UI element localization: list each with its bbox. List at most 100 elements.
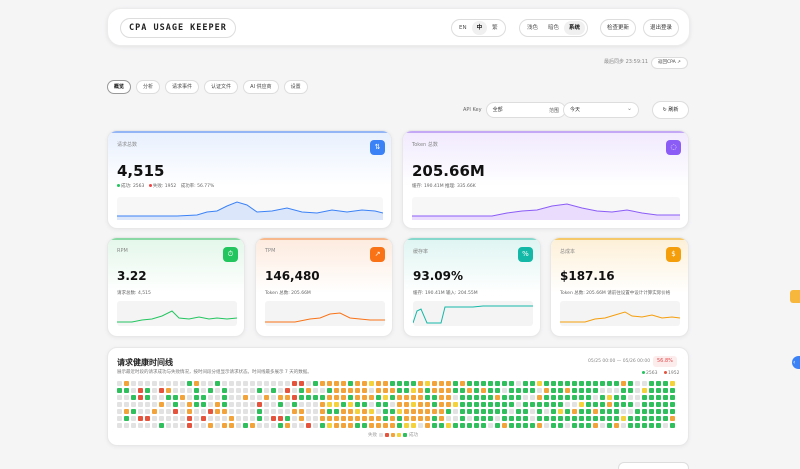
health-cell xyxy=(516,416,521,421)
health-cell xyxy=(117,416,122,421)
health-cell xyxy=(572,395,577,400)
range-select[interactable]: 今天 xyxy=(563,102,640,118)
health-timeline-panel: 请求健康时间线 展示最近时段的请求成功与失败情况，按时间段分组显示请求状态。时间… xyxy=(107,347,689,446)
health-cell xyxy=(257,402,262,407)
theme-switcher[interactable]: 浅色 暗色 系统 xyxy=(519,19,589,37)
health-cell xyxy=(166,381,171,386)
cache-value: 93.09% xyxy=(413,269,463,283)
range-label: 范围 xyxy=(549,107,560,114)
health-cell xyxy=(222,381,227,386)
health-cell xyxy=(425,388,430,393)
health-cell xyxy=(341,402,346,407)
health-cell xyxy=(446,409,451,414)
health-cell xyxy=(201,402,206,407)
health-cell xyxy=(544,395,549,400)
health-cell xyxy=(271,381,276,386)
tab-events[interactable]: 请求事件 xyxy=(165,80,200,94)
tab-ai-providers[interactable]: AI 供应商 xyxy=(243,80,279,94)
lang-en[interactable]: EN xyxy=(454,21,472,35)
health-cell xyxy=(502,402,507,407)
health-cell xyxy=(271,402,276,407)
health-cell xyxy=(558,423,563,428)
back-to-cpa-link[interactable]: 返回CPA ↗ xyxy=(651,57,688,69)
theme-system[interactable]: 系统 xyxy=(564,21,586,35)
health-cell xyxy=(397,388,402,393)
health-cell xyxy=(635,381,640,386)
lang-zh-tw[interactable]: 繁 xyxy=(487,21,503,35)
refresh-button[interactable]: ↻ 刷新 xyxy=(652,101,689,119)
health-cell xyxy=(362,395,367,400)
health-cell xyxy=(243,395,248,400)
health-cell xyxy=(621,423,626,428)
health-cell xyxy=(243,409,248,414)
health-cell xyxy=(208,395,213,400)
health-cell xyxy=(537,423,542,428)
cost-sparkline xyxy=(560,301,680,326)
health-cell xyxy=(565,402,570,407)
health-cell xyxy=(446,402,451,407)
health-cell xyxy=(306,388,311,393)
health-cell xyxy=(278,409,283,414)
side-collapse-button[interactable]: ‹ xyxy=(792,356,800,369)
health-cell xyxy=(516,402,521,407)
logout-button[interactable]: 退出登录 xyxy=(643,19,680,37)
cache-sparkline xyxy=(413,301,533,326)
health-cell xyxy=(341,381,346,386)
health-cell xyxy=(208,416,213,421)
health-cell xyxy=(495,388,500,393)
health-cell xyxy=(299,388,304,393)
health-cell xyxy=(250,416,255,421)
health-cell xyxy=(614,381,619,386)
health-cell xyxy=(145,416,150,421)
health-cell xyxy=(285,395,290,400)
health-cell xyxy=(530,402,535,407)
health-cell xyxy=(306,409,311,414)
language-switcher[interactable]: EN 中 繁 xyxy=(451,19,506,37)
health-cell xyxy=(614,388,619,393)
health-cell xyxy=(138,388,143,393)
health-cell xyxy=(236,416,241,421)
health-cell xyxy=(257,423,262,428)
health-cell xyxy=(607,423,612,428)
tokens-sparkline xyxy=(412,197,680,220)
health-cell xyxy=(404,402,409,407)
health-cell xyxy=(299,423,304,428)
health-cell xyxy=(124,423,129,428)
health-cell xyxy=(411,381,416,386)
health-cell xyxy=(257,416,262,421)
health-cell xyxy=(509,416,514,421)
health-cell xyxy=(299,402,304,407)
next-section-control[interactable] xyxy=(618,462,689,469)
health-cell xyxy=(558,416,563,421)
health-cell xyxy=(649,388,654,393)
lang-zh[interactable]: 中 xyxy=(471,21,488,35)
tab-overview[interactable]: 概览 xyxy=(107,80,132,94)
health-cell xyxy=(285,388,290,393)
health-cell xyxy=(635,402,640,407)
health-cell xyxy=(159,416,164,421)
health-cell xyxy=(411,388,416,393)
check-update-button[interactable]: 检查更新 xyxy=(600,19,637,37)
health-cell xyxy=(474,395,479,400)
health-cell xyxy=(145,395,150,400)
side-tab-orange[interactable] xyxy=(790,290,800,303)
health-cell xyxy=(635,395,640,400)
theme-dark[interactable]: 暗色 xyxy=(543,21,564,35)
health-cell xyxy=(383,402,388,407)
tab-analysis[interactable]: 分析 xyxy=(136,80,161,94)
health-cell xyxy=(250,409,255,414)
health-cell xyxy=(313,381,318,386)
health-cell xyxy=(481,409,486,414)
health-cell xyxy=(586,416,591,421)
tab-auth-files[interactable]: 认证文件 xyxy=(204,80,239,94)
health-cell xyxy=(649,416,654,421)
theme-light[interactable]: 浅色 xyxy=(522,21,543,35)
health-cell xyxy=(131,423,136,428)
health-cell xyxy=(551,402,556,407)
health-cell xyxy=(327,388,332,393)
health-cell xyxy=(565,416,570,421)
health-cell xyxy=(600,416,605,421)
health-cell xyxy=(607,395,612,400)
health-cell xyxy=(593,416,598,421)
tab-settings[interactable]: 设置 xyxy=(283,80,308,94)
